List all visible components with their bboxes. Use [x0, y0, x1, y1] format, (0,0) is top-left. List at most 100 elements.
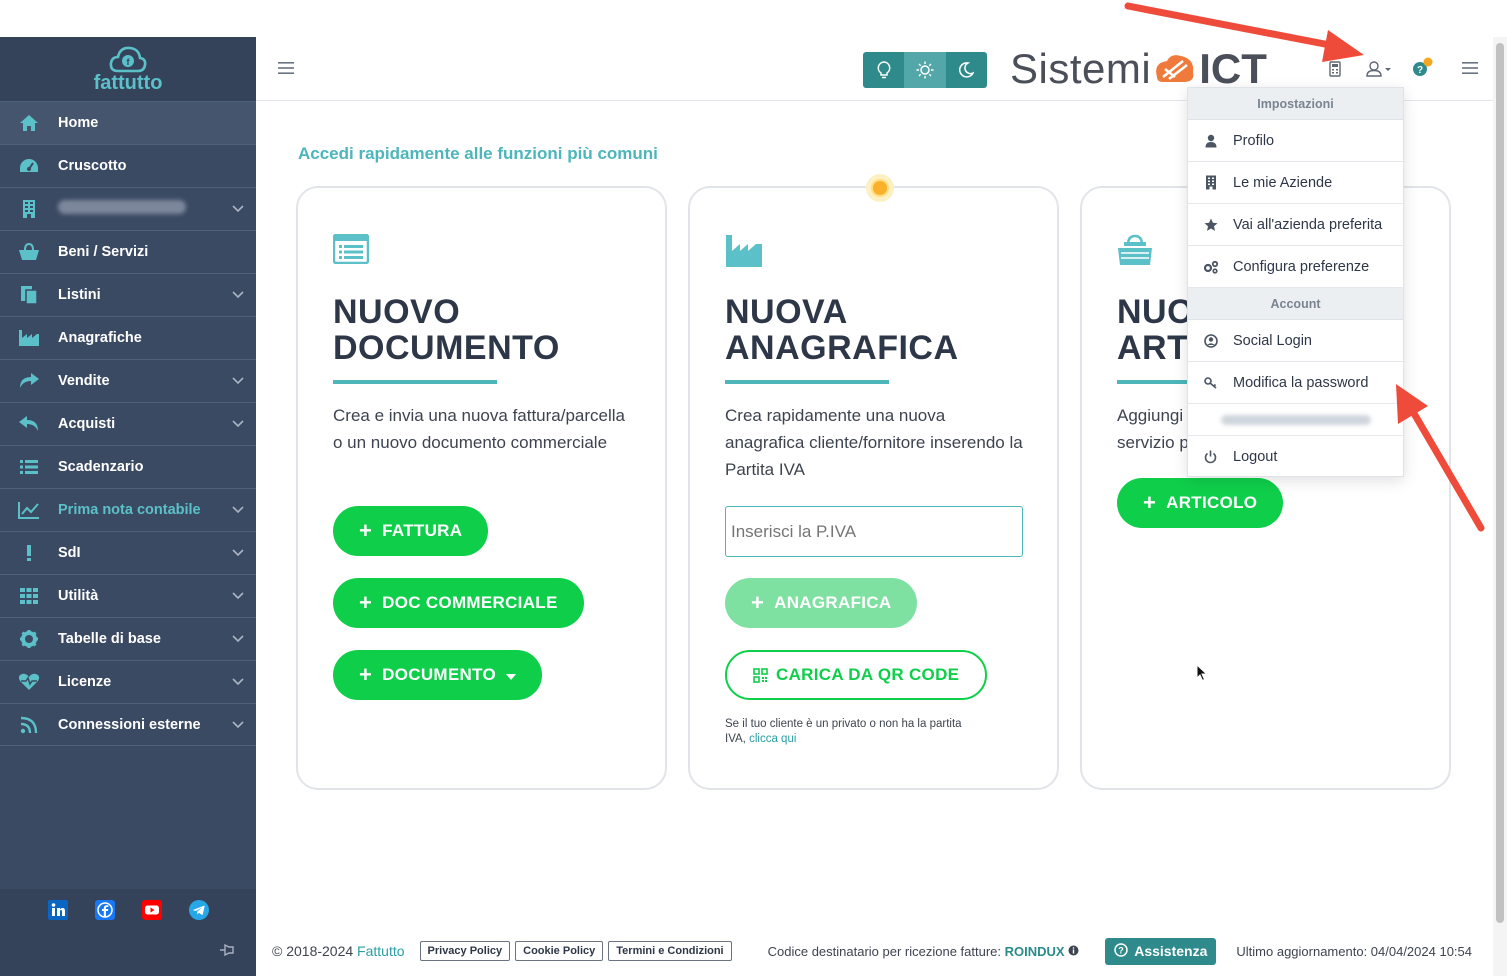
sidebar-item-licenze[interactable]: Licenze [0, 660, 256, 703]
pin-icon[interactable] [218, 943, 234, 962]
sidebar-item-utilita[interactable]: Utilità [0, 574, 256, 617]
sidebar-item-tabelle[interactable]: Tabelle di base [0, 617, 256, 660]
info-icon[interactable] [1068, 944, 1079, 959]
home-icon [0, 114, 58, 132]
termini-button[interactable]: Termini e Condizioni [608, 941, 732, 961]
divider [725, 380, 889, 384]
menu-item-profilo[interactable]: Profilo [1188, 120, 1403, 162]
linkedin-icon[interactable] [47, 900, 68, 920]
sidebar-item-azienda[interactable] [0, 187, 256, 230]
menu-item-azienda-preferita[interactable]: Vai all'azienda preferita [1188, 204, 1403, 246]
sidebar-item-label: Cruscotto [58, 158, 127, 174]
chevron-down-icon [220, 377, 256, 385]
sun-indicator-icon [866, 174, 894, 202]
facebook-icon[interactable] [94, 900, 115, 920]
sidebar-item-beni-servizi[interactable]: Beni / Servizi [0, 230, 256, 273]
sidebar-item-scadenzario[interactable]: Scadenzario [0, 445, 256, 488]
lightbulb-icon[interactable] [863, 52, 904, 88]
chevron-down-icon [220, 205, 256, 213]
sidebar-item-vendite[interactable]: Vendite [0, 359, 256, 402]
sidebar-item-home[interactable]: Home [0, 101, 256, 144]
help-icon[interactable]: ? [1412, 57, 1434, 82]
sidebar: f fattutto Home Cruscotto Beni / Servizi [0, 37, 256, 976]
cookie-policy-button[interactable]: Cookie Policy [515, 941, 604, 961]
menu-item-le-mie-aziende[interactable]: Le mie Aziende [1188, 162, 1403, 204]
codice-destinatario: Codice destinatario per ricezione fattur… [768, 944, 1080, 959]
telegram-icon[interactable] [188, 900, 209, 920]
card-title: NUOVO DOCUMENTO [333, 293, 560, 367]
moon-icon[interactable] [946, 52, 987, 88]
chevron-down-icon [220, 506, 256, 514]
chevron-down-icon [220, 549, 256, 557]
card-description: Crea rapidamente una nuova anagrafica cl… [725, 406, 1023, 479]
assistenza-button[interactable]: ? Assistenza [1105, 937, 1217, 965]
blurred-company-name [58, 200, 186, 214]
app-window: f fattutto Home Cruscotto Beni / Servizi [0, 0, 1507, 976]
rss-icon [0, 716, 58, 734]
sidebar-item-label: Listini [58, 287, 101, 303]
plus-icon: + [751, 590, 765, 615]
menu-item-configura-preferenze[interactable]: Configura preferenze [1188, 246, 1403, 288]
fattura-button[interactable]: + FATTURA [333, 506, 489, 556]
help-circle-icon: ? [1114, 942, 1128, 960]
sidebar-item-anagrafiche[interactable]: Anagrafiche [0, 316, 256, 359]
menu-item-social-login[interactable]: Social Login [1188, 320, 1403, 362]
last-updated: Ultimo aggiornamento: 04/04/2024 10:54 [1236, 943, 1472, 959]
hamburger-menu-icon[interactable] [278, 61, 294, 80]
menu-item-modifica-password[interactable]: Modifica la password [1188, 362, 1403, 404]
sidebar-item-label: Acquisti [58, 416, 116, 432]
chevron-down-icon [220, 720, 256, 729]
card-title: NUOVA ANAGRAFICA [725, 293, 959, 367]
doc-commerciale-button[interactable]: + DOC COMMERCIALE [333, 578, 584, 628]
brand-name: fattutto [93, 71, 163, 94]
calculator-icon[interactable] [1329, 61, 1341, 82]
scrollbar-thumb[interactable] [1496, 43, 1504, 923]
sidebar-item-connessioni[interactable]: Connessioni esterne [0, 703, 256, 746]
documento-dropdown-button[interactable]: + DOCUMENTO [333, 650, 542, 700]
card-description: Crea e invia una nuova fattura/parcella … [333, 406, 626, 452]
gears-icon [1188, 260, 1233, 274]
basket-icon [0, 243, 58, 261]
dashboard-icon [0, 157, 58, 175]
sidebar-item-prima-nota[interactable]: Prima nota contabile [0, 488, 256, 531]
articolo-button[interactable]: + ARTICOLO [1117, 478, 1284, 528]
privacy-policy-button[interactable]: Privacy Policy [419, 941, 511, 961]
chevron-down-icon [220, 420, 256, 428]
heartbeat-icon [0, 673, 58, 691]
sidebar-item-acquisti[interactable]: Acquisti [0, 402, 256, 445]
ict-logo-icon [1156, 55, 1194, 82]
user-circle-icon [1188, 333, 1233, 348]
dropdown-header-impostazioni: Impostazioni [1188, 88, 1403, 120]
list-icon [0, 459, 58, 475]
exclamation-icon [0, 544, 58, 562]
blurred-user-email [1188, 404, 1403, 436]
clicca-qui-link[interactable]: clicca qui [749, 733, 796, 745]
carica-qr-code-button[interactable]: CARICA DA QR CODE [725, 650, 988, 700]
piva-input[interactable] [725, 506, 1023, 557]
anagrafica-button[interactable]: + ANAGRAFICA [725, 578, 918, 628]
fattutto-link[interactable]: Fattutto [357, 943, 404, 959]
page-scrollbar[interactable] [1493, 37, 1507, 976]
gear-icon [0, 629, 58, 649]
mouse-cursor-icon [1196, 664, 1208, 682]
secondary-menu-icon[interactable] [1462, 61, 1478, 80]
dropdown-header-account: Account [1188, 288, 1403, 320]
user-menu-icon[interactable] [1366, 61, 1394, 82]
card-nuovo-documento: NUOVO DOCUMENTO Crea e invia una nuova f… [296, 186, 667, 790]
sun-icon[interactable] [904, 52, 946, 88]
youtube-icon[interactable] [141, 900, 162, 920]
sidebar-item-sdi[interactable]: SdI [0, 531, 256, 574]
sidebar-item-listini[interactable]: Listini [0, 273, 256, 316]
menu-item-logout[interactable]: Logout [1188, 436, 1403, 478]
card-title: NUO ART [1117, 293, 1195, 367]
sidebar-item-label: SdI [58, 545, 81, 561]
sidebar-item-label: Beni / Servizi [58, 244, 149, 260]
chevron-down-icon [220, 592, 256, 600]
brand-logo[interactable]: f fattutto [0, 37, 256, 101]
svg-text:?: ? [1417, 65, 1423, 76]
card-description: Aggiungi servizio p [1117, 406, 1189, 452]
chart-line-icon [0, 501, 58, 519]
sidebar-item-cruscotto[interactable]: Cruscotto [0, 144, 256, 187]
logo-bold-text: ICT [1199, 45, 1267, 92]
plus-icon: + [1143, 490, 1157, 515]
